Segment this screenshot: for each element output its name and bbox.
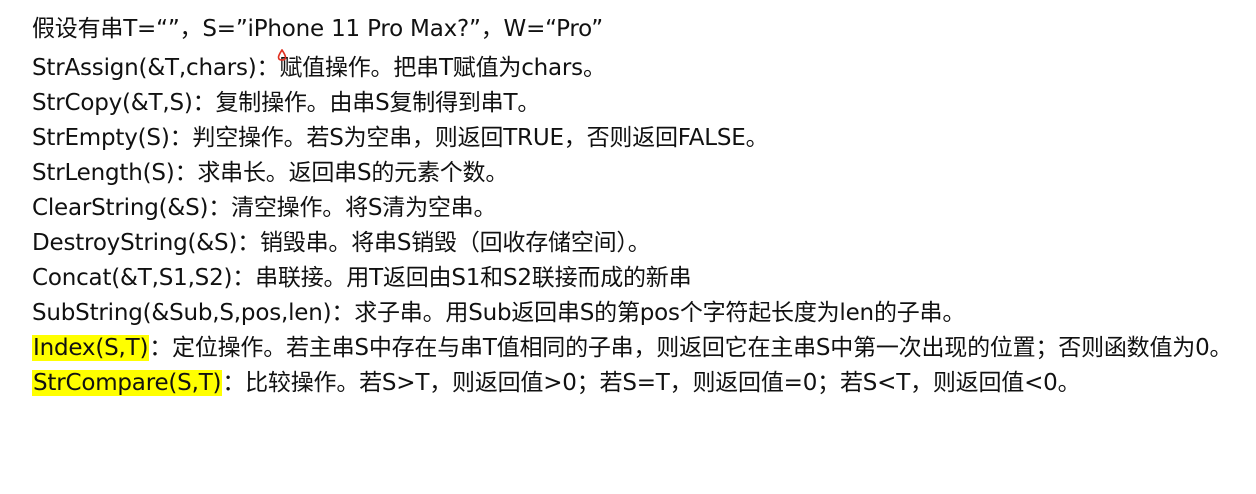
op-index: Index(S,T)：定位操作。若主串S中存在与串T值相同的子串，则返回它在主串… bbox=[32, 331, 1250, 366]
func-name: StrAssign(&T,chars) bbox=[32, 55, 257, 81]
func-name: StrLength(S) bbox=[32, 160, 175, 186]
op-strcompare: StrCompare(S,T)：比较操作。若S>T，则返回值>0；若S=T，则返… bbox=[32, 366, 1250, 401]
document-page: 假设有串T=“”，S=”iPhone 11 Pro Max?”，W=“Pro” … bbox=[32, 12, 1250, 401]
func-desc: ：清空操作。将S清为空串。 bbox=[208, 195, 497, 221]
op-strempty: StrEmpty(S)：判空操作。若S为空串，则返回TRUE，否则返回FALSE… bbox=[32, 121, 1250, 156]
func-name: DestroyString(&S) bbox=[32, 230, 238, 256]
string-definition-header: 假设有串T=“”，S=”iPhone 11 Pro Max?”，W=“Pro” bbox=[32, 16, 603, 42]
op-destroystring: DestroyString(&S)：销毁串。将串S销毁（回收存储空间）。 bbox=[32, 226, 1250, 261]
op-substring: SubString(&Sub,S,pos,len)：求子串。用Sub返回串S的第… bbox=[32, 296, 1250, 331]
func-name-highlighted: StrCompare(S,T) bbox=[32, 370, 223, 396]
func-desc: ：求子串。用Sub返回串S的第pos个字符起长度为len的子串。 bbox=[331, 300, 966, 326]
op-strcopy: StrCopy(&T,S)：复制操作。由串S复制得到串T。 bbox=[32, 86, 1250, 121]
op-concat: Concat(&T,S1,S2)：串联接。用T返回由S1和S2联接而成的新串 bbox=[32, 261, 1250, 296]
op-strassign: StrAssign(&T,chars)：赋值操作。把串T赋值为chars。 bbox=[32, 51, 1250, 86]
func-desc: ：比较操作。若S>T，则返回值>0；若S=T，则返回值=0；若S<T，则返回值<… bbox=[222, 370, 1081, 396]
op-clearstring: ClearString(&S)：清空操作。将S清为空串。 bbox=[32, 191, 1250, 226]
op-strlength: StrLength(S)：求串长。返回串S的元素个数。 bbox=[32, 156, 1250, 191]
func-desc: ：复制操作。由串S复制得到串T。 bbox=[192, 90, 541, 116]
func-desc: ：销毁串。将串S销毁（回收存储空间）。 bbox=[237, 230, 651, 256]
func-name: ClearString(&S) bbox=[32, 195, 209, 221]
func-desc: ：求串长。返回串S的元素个数。 bbox=[174, 160, 509, 186]
func-desc: ：定位操作。若主串S中存在与串T值相同的子串，则返回它在主串S中第一次出现的位置… bbox=[149, 335, 1233, 361]
func-name: Concat(&T,S1,S2) bbox=[32, 265, 233, 291]
func-name: StrEmpty(S) bbox=[32, 125, 170, 151]
func-name: SubString(&Sub,S,pos,len) bbox=[32, 300, 332, 326]
func-name-highlighted: Index(S,T) bbox=[32, 335, 150, 361]
func-desc: ：赋值操作。把串T赋值为chars。 bbox=[256, 55, 606, 81]
func-desc: ：串联接。用T返回由S1和S2联接而成的新串 bbox=[232, 265, 692, 291]
caret-mark-icon bbox=[277, 49, 287, 61]
func-desc: ：判空操作。若S为空串，则返回TRUE，否则返回FALSE。 bbox=[169, 125, 769, 151]
func-name: StrCopy(&T,S) bbox=[32, 90, 193, 116]
